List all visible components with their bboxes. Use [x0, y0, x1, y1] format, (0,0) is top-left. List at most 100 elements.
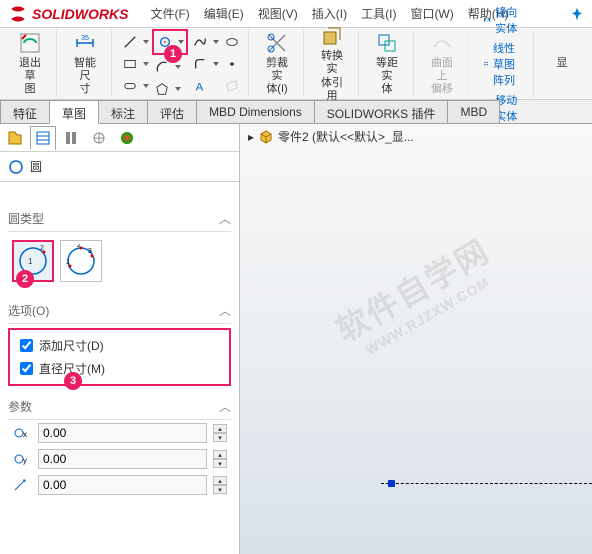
app-name: SOLIDWORKS [32, 6, 128, 22]
menu-view[interactable]: 视图(V) [252, 3, 304, 24]
watermark: 软件自学网 WWW.RJZXW.COM [327, 227, 505, 366]
mirror-icon [483, 13, 491, 27]
main-area: 圆 圆类型 ︿ 12 2 1 3 2 选项(O) ︿ [0, 124, 592, 554]
tab-evaluate[interactable]: 评估 [147, 100, 197, 123]
collapse-icon: ︿ [219, 398, 231, 415]
property-title: 圆 [30, 158, 42, 175]
dropdown-icon[interactable] [212, 60, 220, 68]
tab-sketch[interactable]: 草图 [49, 100, 99, 124]
menu-edit[interactable]: 编辑(E) [198, 3, 250, 24]
trim-label: 剪裁实 体(I) [263, 57, 291, 97]
trim-icon [265, 31, 289, 55]
param-x: x ▴▾ [8, 420, 231, 446]
spline-tool[interactable] [190, 32, 210, 52]
offset-icon [375, 31, 399, 55]
collapse-icon: ︿ [219, 210, 231, 227]
appearance-tab[interactable] [114, 126, 140, 150]
circle-type-center[interactable]: 12 2 [12, 240, 54, 282]
svg-text:3: 3 [88, 248, 92, 255]
property-panel-tabs [0, 124, 239, 152]
y-input[interactable] [38, 449, 207, 469]
text-tool[interactable]: A [190, 76, 210, 96]
ribbon-group-dimension: 35 智能尺 寸 [59, 30, 112, 97]
radius-input[interactable] [38, 475, 207, 495]
tab-annotate[interactable]: 标注 [98, 100, 148, 123]
breadcrumb-arrow[interactable]: ▸ [248, 130, 254, 144]
tab-plugins[interactable]: SOLIDWORKS 插件 [314, 100, 449, 123]
section-title-params[interactable]: 参数 ︿ [8, 394, 231, 420]
origin-point[interactable] [388, 480, 395, 487]
add-dimension-checkbox[interactable] [20, 339, 33, 352]
dropdown-icon[interactable] [142, 82, 150, 90]
smart-dimension-button[interactable]: 35 智能尺 寸 [65, 27, 105, 101]
ellipse-tool[interactable] [222, 32, 242, 52]
tab-mbd[interactable]: MBD [447, 100, 500, 123]
rectangle-tool[interactable] [120, 54, 140, 74]
ribbon-group-show: 显 [536, 30, 588, 97]
smart-dimension-label: 智能尺 寸 [71, 57, 99, 97]
tab-feature[interactable]: 特征 [0, 100, 50, 123]
dropdown-icon[interactable] [142, 60, 150, 68]
dimxpert-tab[interactable] [86, 126, 112, 150]
svg-text:A: A [196, 81, 204, 93]
dropdown-icon[interactable] [212, 38, 220, 46]
menu-file[interactable]: 文件(F) [144, 3, 195, 24]
fillet-tool[interactable] [190, 54, 210, 74]
convert-label: 转换实 体引用 [318, 50, 346, 103]
centerline [381, 483, 592, 484]
mirror-button[interactable]: 镜向实体 [477, 2, 527, 38]
surf-offset-button: 曲面上 偏移 [422, 27, 462, 101]
section-title-type[interactable]: 圆类型 ︿ [8, 206, 231, 232]
y-spinner[interactable]: ▴▾ [213, 450, 227, 468]
diameter-dimension-checkbox[interactable] [20, 362, 33, 375]
option-diameter-dimension: 直径尺寸(M) [12, 357, 227, 380]
property-tab[interactable] [30, 126, 56, 150]
annotation-badge-2: 2 [16, 270, 34, 288]
exit-sketch-button[interactable]: 退出草 图 [10, 27, 50, 101]
ribbon-group-trim: 剪裁实 体(I) [251, 30, 304, 97]
circle-type-perimeter[interactable]: 132 [60, 240, 102, 282]
dropdown-icon[interactable] [174, 63, 182, 71]
app-logo: SOLIDWORKS [8, 4, 128, 24]
section-options: 选项(O) ︿ 添加尺寸(D) 直径尺寸(M) 3 [0, 294, 239, 390]
ribbon-toolbar: 退出草 图 35 智能尺 寸 [0, 28, 592, 100]
part-icon [258, 129, 274, 145]
polygon-tool[interactable] [152, 79, 172, 99]
solidworks-logo-icon [8, 4, 28, 24]
dropdown-icon[interactable] [177, 38, 185, 46]
menu-tools[interactable]: 工具(I) [355, 3, 402, 24]
convert-button[interactable]: 转换实 体引用 [312, 20, 352, 107]
perimeter-circle-icon: 132 [64, 244, 98, 278]
trim-button[interactable]: 剪裁实 体(I) [257, 27, 297, 101]
point-tool[interactable] [222, 54, 242, 74]
x-input[interactable] [38, 423, 207, 443]
tab-mbd-dimensions[interactable]: MBD Dimensions [196, 100, 315, 123]
svg-text:1: 1 [66, 259, 70, 266]
svg-text:1: 1 [28, 257, 33, 266]
pin-icon[interactable] [570, 7, 584, 21]
menu-window[interactable]: 窗口(W) [404, 3, 459, 24]
breadcrumb-part[interactable]: 零件2 (默认<<默认>_显... [278, 128, 414, 145]
x-coord-icon: x [12, 425, 32, 441]
graphics-viewport[interactable]: ▸ 零件2 (默认<<默认>_显... 软件自学网 WWW.RJZXW.COM [240, 124, 592, 554]
dropdown-icon[interactable] [174, 85, 182, 93]
section-circle-type: 圆类型 ︿ 12 2 1 3 2 [0, 202, 239, 294]
svg-text:x: x [23, 430, 27, 439]
r-spinner[interactable]: ▴▾ [213, 476, 227, 494]
svg-text:35: 35 [81, 35, 89, 42]
exit-sketch-icon [18, 31, 42, 55]
feature-tree-tab[interactable] [2, 126, 28, 150]
circle-tool-highlighted[interactable]: 1 [152, 29, 188, 55]
option-add-dimension: 添加尺寸(D) [12, 334, 227, 357]
section-title-options[interactable]: 选项(O) ︿ [8, 298, 231, 324]
x-spinner[interactable]: ▴▾ [213, 424, 227, 442]
config-tab[interactable] [58, 126, 84, 150]
offset-label: 等距实 体 [373, 57, 401, 97]
slot-tool[interactable] [120, 76, 140, 96]
show-button[interactable]: 显 [542, 53, 582, 74]
offset-button[interactable]: 等距实 体 [367, 27, 407, 101]
property-header: 圆 [0, 152, 239, 182]
line-tool[interactable] [120, 32, 140, 52]
dropdown-icon[interactable] [142, 38, 150, 46]
linear-pattern-button[interactable]: 线性草图阵列 [477, 38, 527, 90]
